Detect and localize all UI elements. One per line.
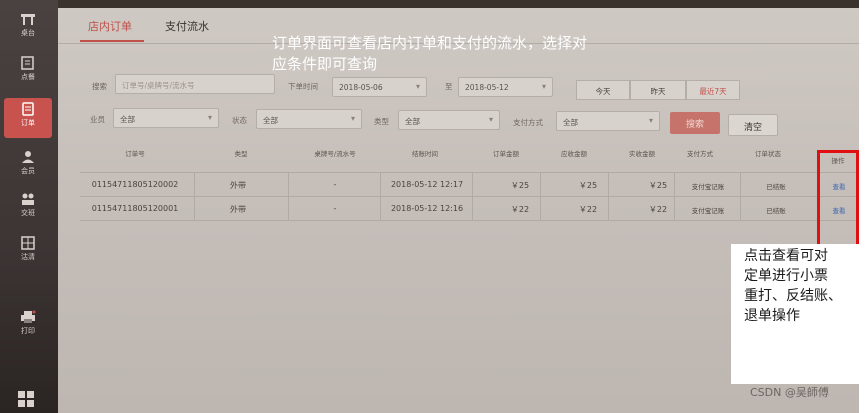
order-amount: ￥22: [510, 205, 530, 214]
search-label: 搜索: [92, 82, 107, 91]
chevron-down-icon: ▾: [207, 113, 212, 122]
staff-select[interactable]: 全部 ▾: [113, 108, 219, 128]
checkout-time: 2018-05-12 12:16: [390, 204, 464, 213]
table-number: -: [333, 204, 337, 213]
column-header: 桌牌号/流水号: [314, 150, 356, 158]
status-label: 状态: [232, 116, 247, 125]
chevron-down-icon: ▾: [415, 82, 420, 91]
staff-label: 业员: [90, 115, 105, 124]
search-input[interactable]: 订单号/桌牌号/流水号: [115, 74, 275, 94]
watermark: CSDN @吴師傅: [750, 386, 829, 399]
chevron-down-icon: ▾: [488, 115, 493, 124]
column-header: 订单金额: [493, 150, 519, 158]
type-select[interactable]: 全部 ▾: [398, 110, 500, 130]
annotation-line: 重打、反结账、: [744, 288, 842, 304]
sidebar-item-ordering[interactable]: 点餐: [4, 52, 52, 92]
range-last7-button[interactable]: 最近7天: [686, 80, 740, 100]
sidebar-item-label: 会员: [21, 167, 35, 175]
order-number: 01154711805120001: [91, 204, 179, 213]
sidebar-item-handover[interactable]: 交班: [4, 188, 52, 228]
status-select[interactable]: 全部 ▾: [256, 109, 362, 129]
range-today-button[interactable]: 今天: [576, 80, 630, 100]
active-tab-indicator: [80, 40, 144, 42]
annotation-line: 点击查看可对: [744, 248, 828, 264]
column-header: 支付方式: [687, 150, 713, 158]
annotation-top: 订单界面可查看店内订单和支付的流水，选择对 应条件即可查询: [272, 33, 672, 75]
table-icon: [21, 14, 35, 25]
chevron-down-icon: ▾: [648, 116, 653, 125]
sidebar-item-tables[interactable]: 桌台: [4, 8, 52, 48]
date-to-value: 2018-05-12: [465, 83, 509, 92]
payment-method: 支付宝记账: [691, 183, 725, 191]
order-time-label: 下单时间: [288, 82, 318, 91]
staff-value: 全部: [120, 115, 135, 124]
annotation-line: 应条件即可查询: [272, 55, 378, 73]
order-status: 已结账: [766, 183, 786, 191]
order-list-icon: [22, 102, 34, 116]
column-header: 结账时间: [412, 150, 438, 158]
date-from-value: 2018-05-06: [339, 83, 383, 92]
sidebar-item-label: 点餐: [21, 73, 35, 81]
order-type: 外带: [230, 181, 246, 190]
table-row[interactable]: 01154711805120001 外带 - 2018-05-12 12:16 …: [80, 198, 860, 220]
annotation-line: 退单操作: [744, 308, 800, 324]
annotation-right: 点击查看可对 定单进行小票 重打、反结账、 退单操作: [744, 246, 864, 326]
receivable-amount: ￥25: [578, 181, 598, 190]
grid-icon: [21, 236, 35, 250]
tab-in-store-orders[interactable]: 店内订单: [88, 18, 132, 34]
divider: [80, 196, 860, 197]
column-header: 订单状态: [755, 150, 781, 158]
clear-button[interactable]: 清空: [728, 114, 778, 136]
sidebar-item-label: 桌台: [21, 29, 35, 37]
sidebar-item-label: 订单: [21, 119, 35, 127]
apps-grid-icon[interactable]: [17, 390, 35, 408]
sidebar-item-label: 打印: [21, 327, 35, 335]
sidebar-item-print[interactable]: 打印: [4, 306, 52, 346]
column-header: 订单号: [125, 150, 145, 158]
divider: [80, 220, 860, 221]
payment-method: 支付宝记账: [691, 207, 725, 215]
table-number: -: [333, 180, 337, 189]
checkout-time: 2018-05-12 12:17: [390, 180, 464, 189]
payment-method-label: 支付方式: [513, 118, 543, 127]
handover-icon: [22, 193, 34, 205]
status-value: 全部: [263, 116, 278, 125]
order-number: 01154711805120002: [91, 180, 179, 189]
date-from-select[interactable]: 2018-05-06 ▾: [332, 77, 427, 97]
tab-payment-flow[interactable]: 支付流水: [165, 18, 209, 34]
column-header: 应收金额: [561, 150, 587, 158]
printer-icon: [21, 310, 36, 323]
divider: [80, 172, 860, 173]
type-label: 类型: [374, 117, 389, 126]
order-status: 已结账: [766, 207, 786, 215]
order-amount: ￥25: [510, 181, 530, 190]
date-to-select[interactable]: 2018-05-12 ▾: [458, 77, 553, 97]
payment-method-value: 全部: [563, 118, 578, 127]
sidebar-item-label: 沽清: [21, 253, 35, 261]
sidebar: 桌台 点餐 订单 会员 交班 沽清 打印: [0, 0, 58, 413]
column-header: 类型: [234, 150, 248, 158]
sidebar-item-members[interactable]: 会员: [4, 146, 52, 186]
type-value: 全部: [405, 117, 420, 126]
member-icon: [22, 151, 34, 163]
order-type: 外带: [230, 205, 246, 214]
sidebar-item-label: 交班: [21, 209, 35, 217]
sidebar-item-sold-out[interactable]: 沽清: [4, 232, 52, 272]
search-button[interactable]: 搜索: [670, 112, 720, 134]
chevron-down-icon: ▾: [541, 82, 546, 91]
to-label: 至: [445, 82, 453, 91]
column-header: 实收金额: [629, 150, 655, 158]
sidebar-item-orders[interactable]: 订单: [4, 98, 52, 138]
receivable-amount: ￥22: [578, 205, 598, 214]
annotation-line: 订单界面可查看店内订单和支付的流水，选择对: [272, 34, 588, 52]
annotation-line: 定单进行小票: [744, 268, 828, 284]
table-row[interactable]: 01154711805120002 外带 - 2018-05-12 12:17 …: [80, 174, 860, 196]
order-edit-icon: [21, 56, 34, 70]
payment-method-select[interactable]: 全部 ▾: [556, 111, 660, 131]
chevron-down-icon: ▾: [350, 114, 355, 123]
range-yesterday-button[interactable]: 昨天: [630, 80, 686, 100]
